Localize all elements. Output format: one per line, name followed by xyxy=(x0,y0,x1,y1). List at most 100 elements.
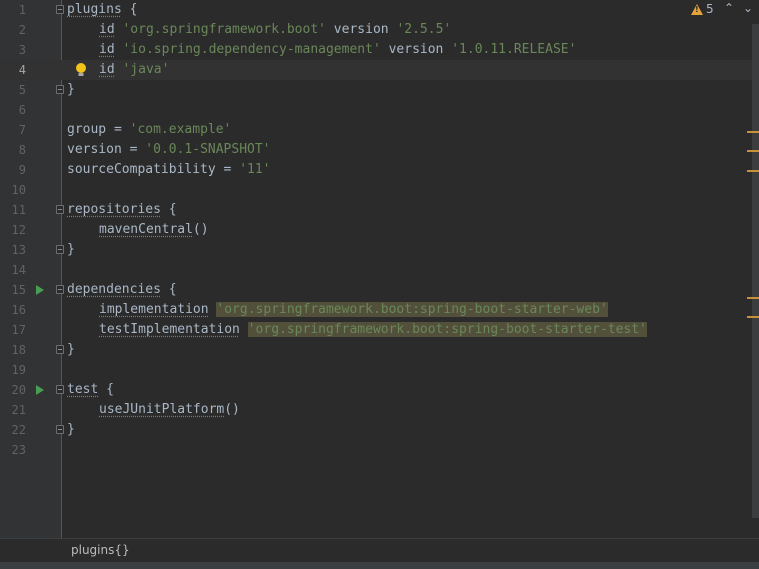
fold-toggle-icon[interactable] xyxy=(56,425,64,434)
line-number: 22 xyxy=(11,423,26,437)
code-text[interactable]: version = '0.0.1-SNAPSHOT' xyxy=(67,140,271,160)
code-token: { xyxy=(160,282,177,297)
code-text[interactable]: sourceCompatibility = '11' xyxy=(67,160,271,180)
run-gutter-icon[interactable] xyxy=(36,285,44,295)
code-text[interactable]: testImplementation 'org.springframework.… xyxy=(67,320,647,340)
code-text[interactable]: } xyxy=(67,240,75,260)
code-text[interactable]: repositories { xyxy=(67,200,177,220)
identifier: implementation xyxy=(99,302,209,317)
code-line[interactable]: 19 xyxy=(0,360,752,380)
fold-toggle-icon[interactable] xyxy=(56,205,64,214)
fold-toggle-icon[interactable] xyxy=(56,85,64,94)
fold-toggle-icon[interactable] xyxy=(56,245,64,254)
fold-toggle-icon[interactable] xyxy=(56,345,64,354)
code-text[interactable]: id 'org.springframework.boot' version '2… xyxy=(67,20,451,40)
code-line[interactable]: 12 mavenCentral() xyxy=(0,220,752,240)
line-number: 2 xyxy=(18,23,26,37)
fold-toggle-icon[interactable] xyxy=(56,285,64,294)
code-text[interactable]: } xyxy=(67,80,75,100)
string-literal: 'org.springframework.boot' xyxy=(122,22,326,37)
error-stripe-mark[interactable] xyxy=(747,170,759,172)
error-stripe-mark[interactable] xyxy=(747,297,759,299)
next-highlight-icon[interactable]: ⌄ xyxy=(743,1,753,15)
code-token: } xyxy=(67,422,75,437)
code-text[interactable]: plugins { xyxy=(67,0,137,20)
code-line[interactable]: 4 id 'java' xyxy=(0,60,752,80)
line-number: 19 xyxy=(11,363,26,377)
inspection-widget[interactable]: 5 ⌃ ⌄ xyxy=(679,0,759,20)
identifier: id xyxy=(99,22,115,37)
code-line[interactable]: 7 group = 'com.example' xyxy=(0,120,752,140)
breadcrumb-bar: plugins{} xyxy=(0,538,759,563)
string-literal: 'com.example' xyxy=(129,122,232,137)
code-line[interactable]: 8 version = '0.0.1-SNAPSHOT' xyxy=(0,140,752,160)
string-literal: 'java' xyxy=(122,62,170,77)
code-line[interactable]: 22} xyxy=(0,420,752,440)
vertical-scrollbar[interactable] xyxy=(752,24,759,518)
string-literal: '11' xyxy=(239,162,271,177)
line-number: 13 xyxy=(11,243,26,257)
line-number: 9 xyxy=(18,163,26,177)
code-line[interactable]: 6 xyxy=(0,100,752,120)
string-literal: '0.0.1-SNAPSHOT' xyxy=(145,142,271,157)
code-text[interactable]: } xyxy=(67,420,75,440)
code-token: () xyxy=(192,222,209,237)
code-text[interactable]: group = 'com.example' xyxy=(67,120,231,140)
code-line[interactable]: 2 id 'org.springframework.boot' version '… xyxy=(0,20,752,40)
code-token: group = xyxy=(67,122,130,137)
code-text[interactable]: dependencies { xyxy=(67,280,177,300)
breadcrumb[interactable]: plugins{} xyxy=(71,543,130,557)
run-gutter-icon[interactable] xyxy=(36,385,44,395)
code-text[interactable]: id 'io.spring.dependency-management' ver… xyxy=(67,40,576,60)
identifier: plugins xyxy=(67,2,122,17)
line-number: 5 xyxy=(18,83,26,97)
code-line[interactable]: 15 dependencies { xyxy=(0,280,752,300)
code-line[interactable]: 9 sourceCompatibility = '11' xyxy=(0,160,752,180)
code-line[interactable]: 18} xyxy=(0,340,752,360)
code-line[interactable]: 17 testImplementation 'org.springframewor… xyxy=(0,320,752,340)
warning-triangle-icon[interactable] xyxy=(691,4,703,15)
line-number: 7 xyxy=(18,123,26,137)
code-token: version xyxy=(325,22,397,37)
status-strip xyxy=(0,562,759,569)
code-line[interactable]: 11 repositories { xyxy=(0,200,752,220)
line-number: 1 xyxy=(18,3,26,17)
previous-highlight-icon[interactable]: ⌃ xyxy=(724,1,734,15)
warning-count[interactable]: 5 xyxy=(706,2,714,16)
code-line[interactable]: 23 xyxy=(0,440,752,460)
code-text[interactable]: mavenCentral() xyxy=(67,220,209,240)
code-line[interactable]: 3 id 'io.spring.dependency-management' ve… xyxy=(0,40,752,60)
code-line[interactable]: 1 plugins { xyxy=(0,0,752,20)
error-stripe-mark[interactable] xyxy=(747,131,759,133)
code-token: version = xyxy=(67,142,146,157)
error-stripe-mark[interactable] xyxy=(747,316,759,318)
code-line[interactable]: 16 implementation 'org.springframework.bo… xyxy=(0,300,752,320)
code-line[interactable]: 10 xyxy=(0,180,752,200)
line-number: 8 xyxy=(18,143,26,157)
line-number: 21 xyxy=(11,403,26,417)
line-number: 17 xyxy=(11,323,26,337)
code-token: } xyxy=(67,82,75,97)
fold-toggle-icon[interactable] xyxy=(56,385,64,394)
code-line[interactable]: 21 useJUnitPlatform() xyxy=(0,400,752,420)
code-line[interactable]: 14 xyxy=(0,260,752,280)
line-number: 4 xyxy=(18,63,26,77)
code-line[interactable]: 13} xyxy=(0,240,752,260)
error-stripe-mark[interactable] xyxy=(747,150,759,152)
code-line[interactable]: 20 test { xyxy=(0,380,752,400)
string-literal: 'org.springframework.boot:spring-boot-st… xyxy=(216,302,608,317)
code-text[interactable]: id 'java' xyxy=(67,60,169,80)
code-text[interactable]: } xyxy=(67,340,75,360)
code-token: () xyxy=(224,402,240,417)
identifier: repositories xyxy=(67,202,161,217)
code-line[interactable]: 5} xyxy=(0,80,752,100)
code-token: version xyxy=(380,42,452,57)
line-number: 23 xyxy=(11,443,26,457)
code-token: sourceCompatibility = xyxy=(67,162,240,177)
fold-toggle-icon[interactable] xyxy=(56,5,64,14)
code-text[interactable]: implementation 'org.springframework.boot… xyxy=(67,300,608,320)
code-text[interactable]: useJUnitPlatform() xyxy=(67,400,240,420)
code-editor[interactable]: 1 plugins {2 id 'org.springframework.boot'… xyxy=(0,0,759,538)
code-text[interactable]: test { xyxy=(67,380,114,400)
